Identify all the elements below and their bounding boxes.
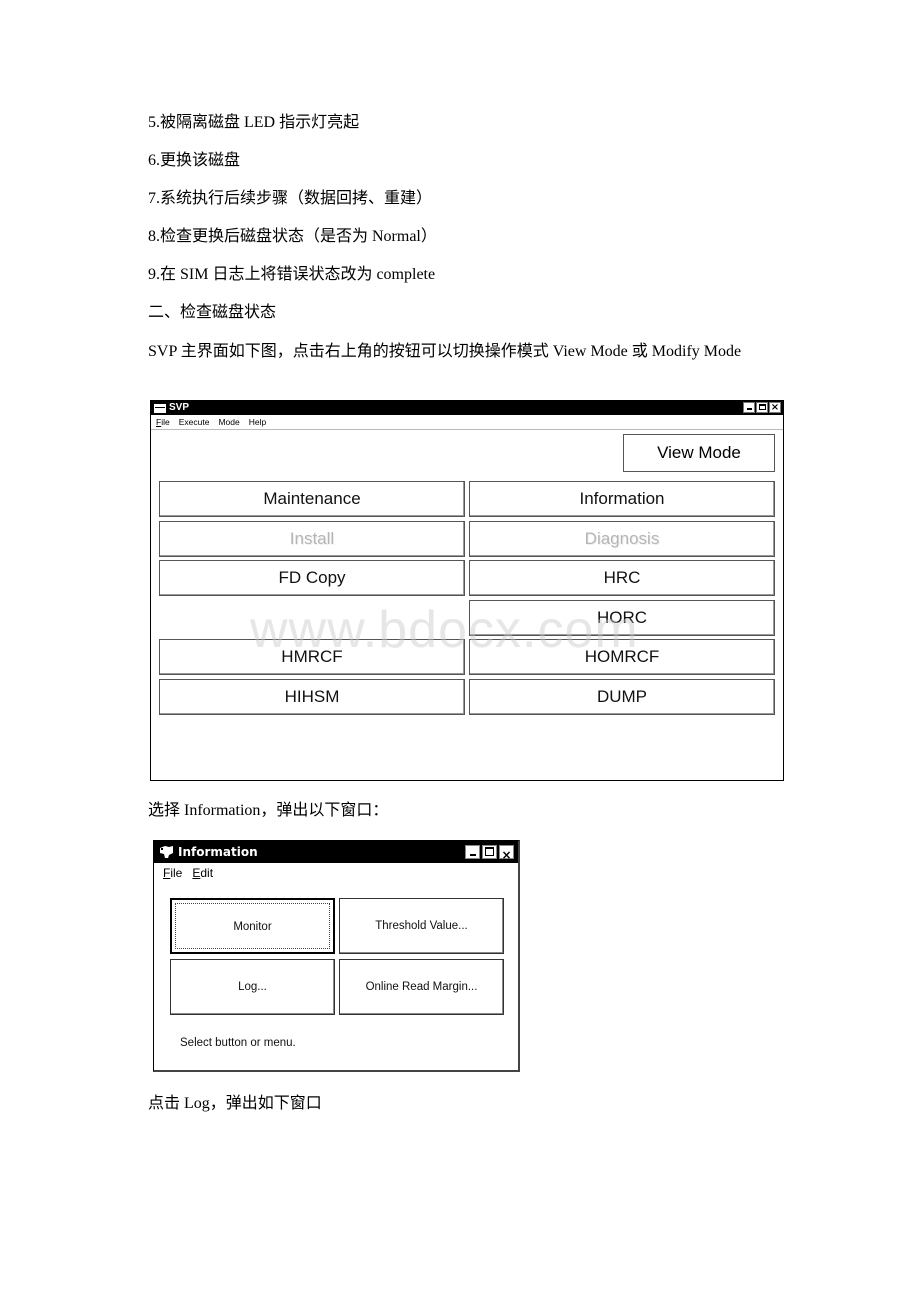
menu-edit[interactable]: Edit: [192, 863, 213, 883]
status-text: Select button or menu.: [180, 1037, 296, 1049]
window-icon: [154, 404, 166, 413]
menu-file[interactable]: File: [156, 415, 170, 429]
information-app-icon: [159, 845, 174, 859]
info-titlebar: Information ×: [154, 841, 518, 863]
homrcf-button[interactable]: HOMRCF: [469, 639, 775, 675]
information-button[interactable]: Information: [469, 481, 775, 517]
information-window: Information × File Edit Monitor Threshol…: [153, 840, 520, 1072]
minimize-button[interactable]: [465, 845, 480, 859]
menu-mode[interactable]: Mode: [218, 415, 239, 429]
svp-intro-text: SVP 主界面如下图，点击右上角的按钮可以切换操作模式 View Mode 或 …: [148, 343, 742, 360]
step-6-text: 6.更换该磁盘: [148, 152, 241, 169]
maximize-icon: [485, 847, 494, 856]
log-button[interactable]: Log...: [170, 959, 335, 1015]
close-button[interactable]: ×: [499, 845, 514, 862]
step-8-text: 8.检查更换后磁盘状态（是否为 Normal）: [148, 228, 437, 245]
install-button[interactable]: Install: [159, 521, 465, 557]
svp-window: SVP × File Execute Mode Help View Mode M…: [150, 400, 784, 781]
log-label: Log...: [238, 981, 267, 993]
dump-button[interactable]: DUMP: [469, 679, 775, 715]
diagnosis-button[interactable]: Diagnosis: [469, 521, 775, 557]
svp-titlebar: SVP ×: [151, 401, 783, 415]
menu-help[interactable]: Help: [249, 415, 266, 429]
threshold-value-label: Threshold Value...: [375, 920, 468, 932]
threshold-value-button[interactable]: Threshold Value...: [339, 898, 504, 954]
close-button[interactable]: ×: [769, 402, 781, 413]
info-title: Information: [178, 845, 258, 859]
monitor-button[interactable]: Monitor: [170, 898, 335, 954]
section-heading: 二、检查磁盘状态: [148, 304, 277, 321]
menu-execute[interactable]: Execute: [179, 415, 210, 429]
maximize-button[interactable]: [756, 402, 768, 413]
online-read-margin-label: Online Read Margin...: [365, 981, 478, 993]
close-icon: ×: [501, 848, 512, 862]
horc-button[interactable]: HORC: [469, 600, 775, 636]
click-log-text: 点击 Log，弹出如下窗口: [148, 1095, 322, 1112]
step-5-text: 5.被隔离磁盘 LED 指示灯亮起: [148, 114, 360, 131]
step-7-text: 7.系统执行后续步骤（数据回拷、重建）: [148, 190, 433, 207]
hihsm-button[interactable]: HIHSM: [159, 679, 465, 715]
online-read-margin-button[interactable]: Online Read Margin...: [339, 959, 504, 1015]
minimize-icon: [747, 408, 752, 410]
close-icon: ×: [770, 402, 780, 413]
monitor-label: Monitor: [233, 921, 272, 933]
minimize-icon: [470, 854, 476, 856]
hrc-button[interactable]: HRC: [469, 560, 775, 596]
select-information-text: 选择 Information，弹出以下窗口：: [148, 802, 389, 819]
fd-copy-button[interactable]: FD Copy: [159, 560, 465, 596]
hmrcf-button[interactable]: HMRCF: [159, 639, 465, 675]
maintenance-button[interactable]: Maintenance: [159, 481, 465, 517]
maximize-button[interactable]: [482, 845, 497, 859]
svp-title: SVP: [169, 402, 190, 413]
maximize-icon: [759, 404, 766, 410]
minimize-button[interactable]: [743, 402, 755, 413]
view-mode-button[interactable]: View Mode: [623, 434, 775, 472]
step-9-text: 9.在 SIM 日志上将错误状态改为 complete: [148, 266, 436, 283]
info-menubar: File Edit: [154, 863, 518, 883]
svp-menubar: File Execute Mode Help: [151, 415, 783, 430]
menu-file[interactable]: File: [163, 863, 182, 883]
